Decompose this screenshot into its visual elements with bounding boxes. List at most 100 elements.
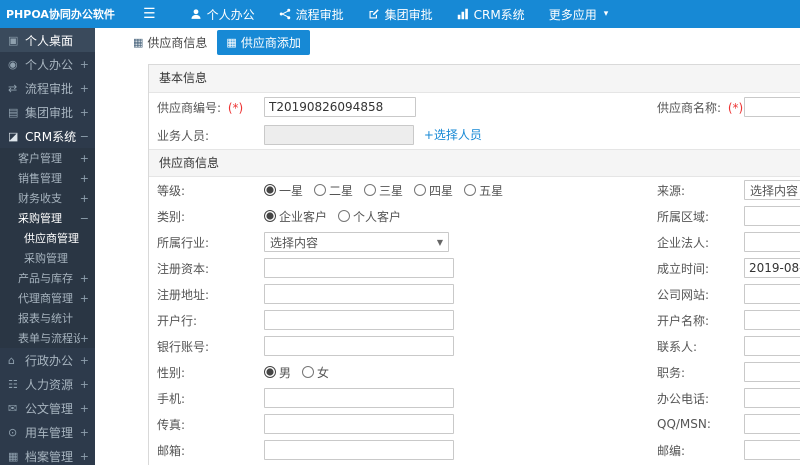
section-header-basic: 基本信息 bbox=[149, 65, 800, 93]
supplier-no-input[interactable] bbox=[264, 97, 416, 117]
sidebar-item-reports[interactable]: 报表与统计 bbox=[0, 308, 95, 328]
field-label: 开户名称: bbox=[657, 313, 710, 328]
bank-input[interactable] bbox=[264, 310, 454, 330]
field-label: 手机: bbox=[157, 391, 186, 406]
nav-personal-office[interactable]: 个人办公 bbox=[178, 0, 267, 28]
nav-label: CRM系统 bbox=[473, 7, 525, 22]
sidebar-item-supplier-mgmt[interactable]: 供应商管理 bbox=[0, 228, 95, 248]
form-row: 性别: 男 女 职务: bbox=[149, 359, 800, 385]
sidebar-item-personal-office[interactable]: ◉ 个人办公 + bbox=[0, 52, 95, 76]
level-radio-input[interactable] bbox=[364, 184, 377, 196]
staff-input[interactable] bbox=[264, 125, 414, 145]
nav-more-apps[interactable]: 更多应用 ▾ bbox=[537, 0, 621, 28]
sidebar-item-desktop[interactable]: ▣ 个人桌面 bbox=[0, 28, 95, 52]
level-radio-3[interactable]: 三星 bbox=[364, 182, 403, 199]
level-radio-5[interactable]: 五星 bbox=[464, 182, 503, 199]
capital-input[interactable] bbox=[264, 258, 454, 278]
sidebar-item-process-approval[interactable]: ⇄ 流程审批 + bbox=[0, 76, 95, 100]
nav-crm-system[interactable]: CRM系统 bbox=[445, 0, 537, 28]
field-label: 公司网站: bbox=[657, 287, 710, 302]
level-radio-1[interactable]: 一星 bbox=[264, 182, 303, 199]
website-input[interactable] bbox=[744, 284, 800, 304]
office-phone-input[interactable] bbox=[744, 388, 800, 408]
supplier-name-input[interactable] bbox=[744, 97, 800, 117]
form-row: 供应商编号: (*) 供应商名称: (*) bbox=[149, 93, 800, 121]
sidebar-item-hr[interactable]: ☷ 人力资源 + bbox=[0, 372, 95, 396]
level-radio-2[interactable]: 二星 bbox=[314, 182, 353, 199]
sidebar-item-vehicle-mgmt[interactable]: ⊙ 用车管理 + bbox=[0, 420, 95, 444]
category-radio-company[interactable]: 企业客户 bbox=[264, 208, 327, 225]
sidebar-item-product-inventory[interactable]: 产品与库存 + bbox=[0, 268, 95, 288]
pick-staff-link[interactable]: +选择人员 bbox=[424, 128, 482, 142]
sidebar-item-admin-office[interactable]: ⌂ 行政办公 + bbox=[0, 348, 95, 372]
level-radio-input[interactable] bbox=[264, 184, 276, 196]
field-label: 成立时间: bbox=[657, 261, 710, 276]
sidebar-item-finance[interactable]: 财务收支 + bbox=[0, 188, 95, 208]
user-icon bbox=[190, 8, 202, 20]
gender-radio-female[interactable]: 女 bbox=[302, 364, 329, 381]
legal-person-input[interactable] bbox=[744, 232, 800, 252]
email-input[interactable] bbox=[264, 440, 454, 460]
supplier-section: 等级: 一星 二星 三星 四星 五星 来源: 选择内容 ▼ bbox=[149, 177, 800, 465]
sidebar-item-sales-mgmt[interactable]: 销售管理 + bbox=[0, 168, 95, 188]
hamburger-menu-icon[interactable]: ☰ bbox=[143, 0, 156, 28]
building-icon: ⌂ bbox=[8, 353, 15, 367]
field-label: 开户行: bbox=[157, 313, 198, 328]
category-radio-input[interactable] bbox=[338, 210, 351, 222]
chart-icon: ◪ bbox=[8, 129, 19, 143]
gender-radio-male[interactable]: 男 bbox=[264, 364, 291, 381]
founded-input[interactable] bbox=[744, 258, 800, 278]
sidebar-item-customer-mgmt[interactable]: 客户管理 + bbox=[0, 148, 95, 168]
level-radio-input[interactable] bbox=[464, 184, 477, 196]
mobile-input[interactable] bbox=[264, 388, 454, 408]
source-select[interactable]: 选择内容 ▼ bbox=[744, 180, 800, 200]
document-icon: ✉ bbox=[8, 401, 18, 415]
tab-supplier-info[interactable]: ▦ 供应商信息 bbox=[133, 34, 207, 51]
gender-radio-input[interactable] bbox=[302, 366, 315, 378]
sidebar-item-agent-mgmt[interactable]: 代理商管理 + bbox=[0, 288, 95, 308]
sidebar-item-archive-mgmt[interactable]: ▦ 档案管理 + bbox=[0, 444, 95, 465]
field-label: 性别: bbox=[157, 365, 186, 380]
sidebar-item-purchase-mgmt-parent[interactable]: 采购管理 − bbox=[0, 208, 95, 228]
sidebar-item-crm-system[interactable]: ◪ CRM系统 − bbox=[0, 124, 95, 148]
bank-account-input[interactable] bbox=[264, 336, 454, 356]
nav-group-approval[interactable]: 集团审批 bbox=[356, 0, 445, 28]
flow-icon bbox=[279, 8, 291, 20]
briefcase-icon: ▤ bbox=[8, 105, 19, 119]
level-radio-4[interactable]: 四星 bbox=[414, 182, 453, 199]
category-radio-input[interactable] bbox=[264, 210, 276, 222]
car-icon: ⊙ bbox=[8, 425, 18, 439]
tab-supplier-add[interactable]: ▦ 供应商添加 bbox=[217, 29, 310, 55]
fax-input[interactable] bbox=[264, 414, 454, 434]
zip-input[interactable] bbox=[744, 440, 800, 460]
field-label: 等级: bbox=[157, 183, 186, 198]
main-content: ▦ 供应商信息 ▦ 供应商添加 基本信息 供应商编号: (*) T2019082… bbox=[95, 28, 800, 465]
form-row: 等级: 一星 二星 三星 四星 五星 来源: 选择内容 ▼ bbox=[149, 177, 800, 203]
expand-plus-icon: + bbox=[79, 271, 89, 285]
gender-radio-input[interactable] bbox=[264, 366, 276, 378]
position-input[interactable] bbox=[744, 362, 800, 382]
level-radio-input[interactable] bbox=[414, 184, 427, 196]
nav-process-approval[interactable]: 流程审批 bbox=[267, 0, 356, 28]
sidebar-item-form-flow-settings[interactable]: 表单与流程设置 + bbox=[0, 328, 95, 348]
sidebar-item-group-approval[interactable]: ▤ 集团审批 + bbox=[0, 100, 95, 124]
field-label: 业务人员: bbox=[157, 128, 210, 143]
table-icon: ▦ bbox=[226, 35, 237, 49]
industry-select[interactable]: 选择内容 ▼ bbox=[264, 232, 449, 252]
account-name-input[interactable] bbox=[744, 310, 800, 330]
form-row: 注册地址: 公司网站: bbox=[149, 281, 800, 307]
field-label: 供应商编号: bbox=[157, 100, 222, 115]
form-row: 手机: 办公电话: bbox=[149, 385, 800, 411]
level-radio-input[interactable] bbox=[314, 184, 327, 196]
edit-icon bbox=[368, 8, 380, 20]
sidebar-item-document-mgmt[interactable]: ✉ 公文管理 + bbox=[0, 396, 95, 420]
qq-msn-input[interactable] bbox=[744, 414, 800, 434]
sidebar-item-purchase-mgmt[interactable]: 采购管理 bbox=[0, 248, 95, 268]
region-input[interactable] bbox=[744, 206, 800, 226]
field-label: 注册地址: bbox=[157, 287, 210, 302]
nav-label: 流程审批 bbox=[295, 7, 344, 22]
expand-plus-icon: + bbox=[79, 81, 89, 95]
category-radio-personal[interactable]: 个人客户 bbox=[338, 208, 401, 225]
reg-address-input[interactable] bbox=[264, 284, 454, 304]
contact-input[interactable] bbox=[744, 336, 800, 356]
